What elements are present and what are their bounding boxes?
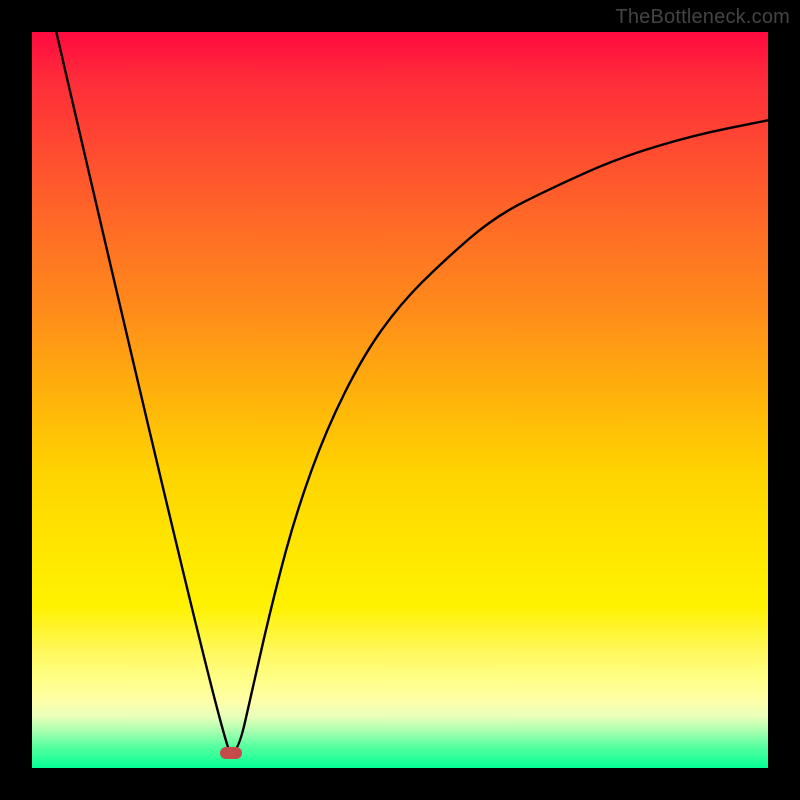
bottleneck-curve [32,32,768,768]
valley-marker [220,747,242,759]
plot-area [32,32,768,768]
curve-path [56,32,768,753]
watermark-text: TheBottleneck.com [615,6,790,29]
chart-frame: TheBottleneck.com [0,0,800,800]
